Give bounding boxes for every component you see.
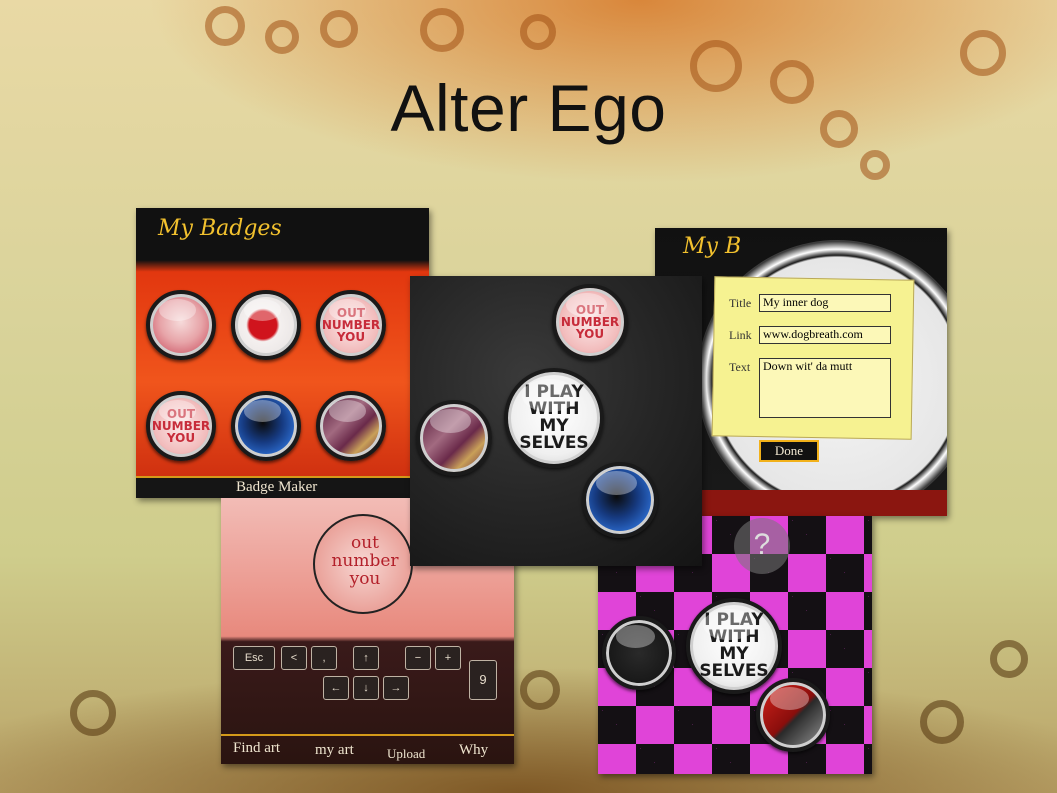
badge-text: OUT NUMBER YOU (560, 303, 620, 341)
badge-text: OUT NUMBER YOU (321, 306, 381, 344)
badge-i-play-with-my-selves[interactable]: I PLAY WITH MY SELVES (686, 598, 782, 694)
help-icon[interactable]: ? (734, 518, 790, 574)
badge-red-web[interactable] (756, 678, 830, 752)
nav-why[interactable]: Why (459, 742, 488, 759)
key-minus[interactable]: − (405, 646, 431, 670)
keypad: Esc < , ↑ − + ← ↓ → 9 (233, 646, 503, 706)
slide-title: Alter Ego (390, 71, 667, 145)
key-esc[interactable]: Esc (233, 646, 275, 670)
badge-text: OUT NUMBER YOU (151, 407, 211, 445)
badge-scatter-screenshot: OUT NUMBER YOU I PLAY WITH MY SELVES (410, 276, 702, 566)
badge-text: I PLAY WITH MY SELVES (699, 610, 769, 681)
badge-blue-heart[interactable] (231, 391, 301, 461)
key-left[interactable]: ← (323, 676, 349, 700)
decor-swirl (265, 20, 299, 54)
text-field[interactable]: Down wit' da mutt (759, 358, 891, 418)
text-label: Text (729, 360, 751, 374)
nav-upload[interactable]: Upload (387, 746, 425, 762)
badge-purple-grass[interactable] (316, 391, 386, 461)
editor-badge-text: out number you (331, 533, 399, 589)
badge-maker-link[interactable]: Badge Maker (236, 479, 317, 496)
key-down[interactable]: ↓ (353, 676, 379, 700)
key-comma[interactable]: , (311, 646, 337, 670)
help-icon-glyph: ? (753, 528, 771, 561)
divider (221, 734, 514, 736)
decor-swirl (920, 700, 964, 744)
key-plus[interactable]: + (435, 646, 461, 670)
my-badges-screenshot: My Badges OUT NUMBER YOU OUT NUMBER YOU … (136, 208, 429, 498)
badge-skull[interactable] (146, 290, 216, 360)
title-field[interactable]: My inner dog (759, 294, 891, 312)
key-enter[interactable]: 9 (469, 660, 497, 700)
decor-swirl (520, 14, 556, 50)
done-button[interactable]: Done (759, 440, 819, 462)
link-field[interactable]: www.dogbreath.com (759, 326, 891, 344)
decor-swirl (990, 640, 1028, 678)
badge-out-number-you[interactable]: OUT NUMBER YOU (146, 391, 216, 461)
key-back[interactable]: < (281, 646, 307, 670)
decor-swirl (420, 8, 464, 52)
post-form-heading: My B (683, 234, 742, 259)
badge-red-splat[interactable] (231, 290, 301, 360)
key-right[interactable]: → (383, 676, 409, 700)
badge-text: I PLAY WITH MY SELVES (519, 382, 589, 453)
title-label: Title (729, 296, 752, 310)
nav-my-art[interactable]: my art (315, 742, 354, 759)
my-badges-heading: My Badges (158, 216, 282, 241)
decor-swirl (70, 690, 116, 736)
badge-cat[interactable] (602, 616, 676, 690)
decor-swirl (320, 10, 358, 48)
decor-swirl (205, 6, 245, 46)
badge-out-number-you-small[interactable]: OUT NUMBER YOU (552, 284, 628, 360)
nav-find-art[interactable]: Find art (233, 740, 280, 757)
decor-swirl (860, 150, 890, 180)
badge-i-play-with-my-selves[interactable]: I PLAY WITH MY SELVES (504, 368, 604, 468)
badge-purple-grass[interactable] (416, 400, 492, 476)
link-label: Link (729, 328, 752, 342)
key-up[interactable]: ↑ (353, 646, 379, 670)
editor-badge-circle[interactable]: out number you (313, 514, 413, 614)
badge-out-number-you[interactable]: OUT NUMBER YOU (316, 290, 386, 360)
decor-swirl (520, 670, 560, 710)
badge-blue-heart[interactable] (582, 462, 658, 538)
